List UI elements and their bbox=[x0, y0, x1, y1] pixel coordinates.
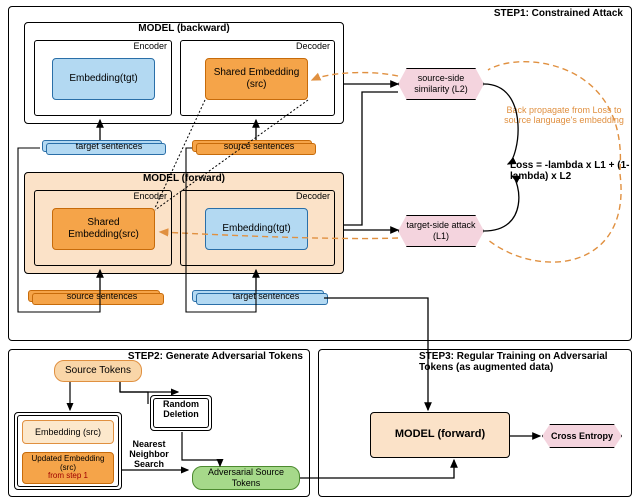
random-deletion: Random Deletion bbox=[150, 400, 212, 420]
step2-updated-embedding: Updated Embedding (src) from step 1 bbox=[22, 452, 114, 484]
step3-model-forward: MODEL (forward) bbox=[370, 412, 510, 458]
backprop-note: Back propagate from Loss to source langu… bbox=[498, 106, 630, 126]
source-tokens: Source Tokens bbox=[54, 360, 142, 382]
backward-target-sentences: target sentences bbox=[42, 140, 168, 156]
step3-title: STEP3: Regular Training on Adversarial T… bbox=[417, 347, 627, 373]
step1-title: STEP1: Constrained Attack bbox=[492, 4, 625, 19]
nearest-neighbor-search: Nearest Neighbor Search bbox=[118, 440, 180, 470]
forward-encoder-label: Encoder bbox=[133, 189, 167, 201]
forward-source-sentences: source sentences bbox=[28, 290, 168, 306]
target-side-attack: target-side attack (L1) bbox=[398, 215, 484, 247]
adversarial-source-tokens: Adversarial Source Tokens bbox=[192, 466, 300, 490]
model-forward-label: MODEL (forward) bbox=[25, 171, 343, 184]
cross-entropy: Cross Entropy bbox=[542, 424, 622, 448]
forward-shared-emb-src: Shared Embedding(src) bbox=[52, 208, 155, 250]
backward-shared-emb-src: Shared Embedding (src) bbox=[205, 58, 308, 100]
step2-title: STEP2: Generate Adversarial Tokens bbox=[125, 347, 305, 362]
backward-embedding-tgt: Embedding(tgt) bbox=[52, 58, 155, 100]
forward-embedding-tgt: Embedding(tgt) bbox=[205, 208, 308, 250]
step2-embedding-src: Embedding (src) bbox=[22, 420, 114, 444]
model-backward-label: MODEL (backward) bbox=[25, 21, 343, 34]
forward-decoder-label: Decoder bbox=[296, 189, 330, 201]
loss-formula: Loss = -lambda x L1 + (1-lambda) x L2 bbox=[510, 160, 630, 182]
backward-encoder-label: Encoder bbox=[133, 39, 167, 51]
source-side-similarity: source-side similarity (L2) bbox=[398, 68, 484, 100]
forward-target-sentences: target sentences bbox=[192, 290, 332, 306]
backward-decoder-label: Decoder bbox=[296, 39, 330, 51]
backward-source-sentences: source sentences bbox=[192, 140, 318, 156]
